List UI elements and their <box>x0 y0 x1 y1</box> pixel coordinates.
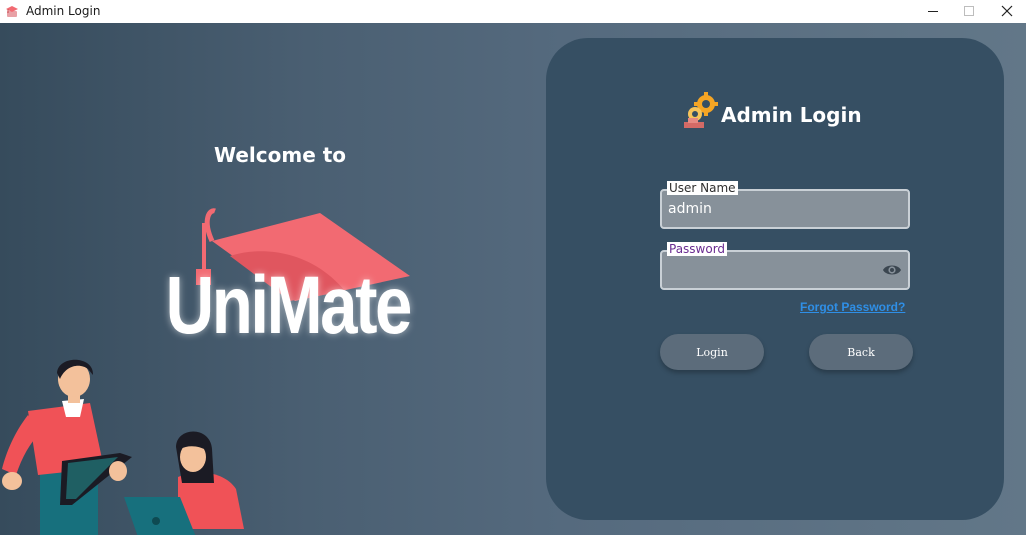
username-input[interactable] <box>668 201 878 217</box>
password-field[interactable]: Password <box>660 242 910 290</box>
login-window-content: Welcome to UniMate Admin Login User Name… <box>0 23 1026 535</box>
brand-name: UniMate <box>165 260 413 351</box>
login-card: Admin Login User Name Password Forgot Pa… <box>546 38 1004 520</box>
forgot-password-link[interactable]: Forgot Password? <box>800 300 905 314</box>
password-input[interactable] <box>668 262 878 278</box>
close-icon[interactable] <box>988 0 1026 23</box>
password-label: Password <box>667 242 728 256</box>
username-field[interactable]: User Name <box>660 181 910 229</box>
students-illustration <box>2 359 244 535</box>
back-button[interactable]: Back <box>809 334 913 370</box>
eye-icon[interactable] <box>882 263 902 277</box>
card-title: Admin Login <box>721 103 862 127</box>
gears-icon <box>684 92 718 128</box>
maximize-icon[interactable] <box>950 0 988 23</box>
minimize-icon[interactable] <box>914 0 952 23</box>
graduation-cap-icon <box>6 6 18 17</box>
username-label: User Name <box>667 181 738 195</box>
login-button[interactable]: Login <box>660 334 764 370</box>
window-titlebar: Admin Login <box>0 0 1026 24</box>
window-title: Admin Login <box>26 4 101 18</box>
welcome-text: Welcome to <box>213 143 347 167</box>
